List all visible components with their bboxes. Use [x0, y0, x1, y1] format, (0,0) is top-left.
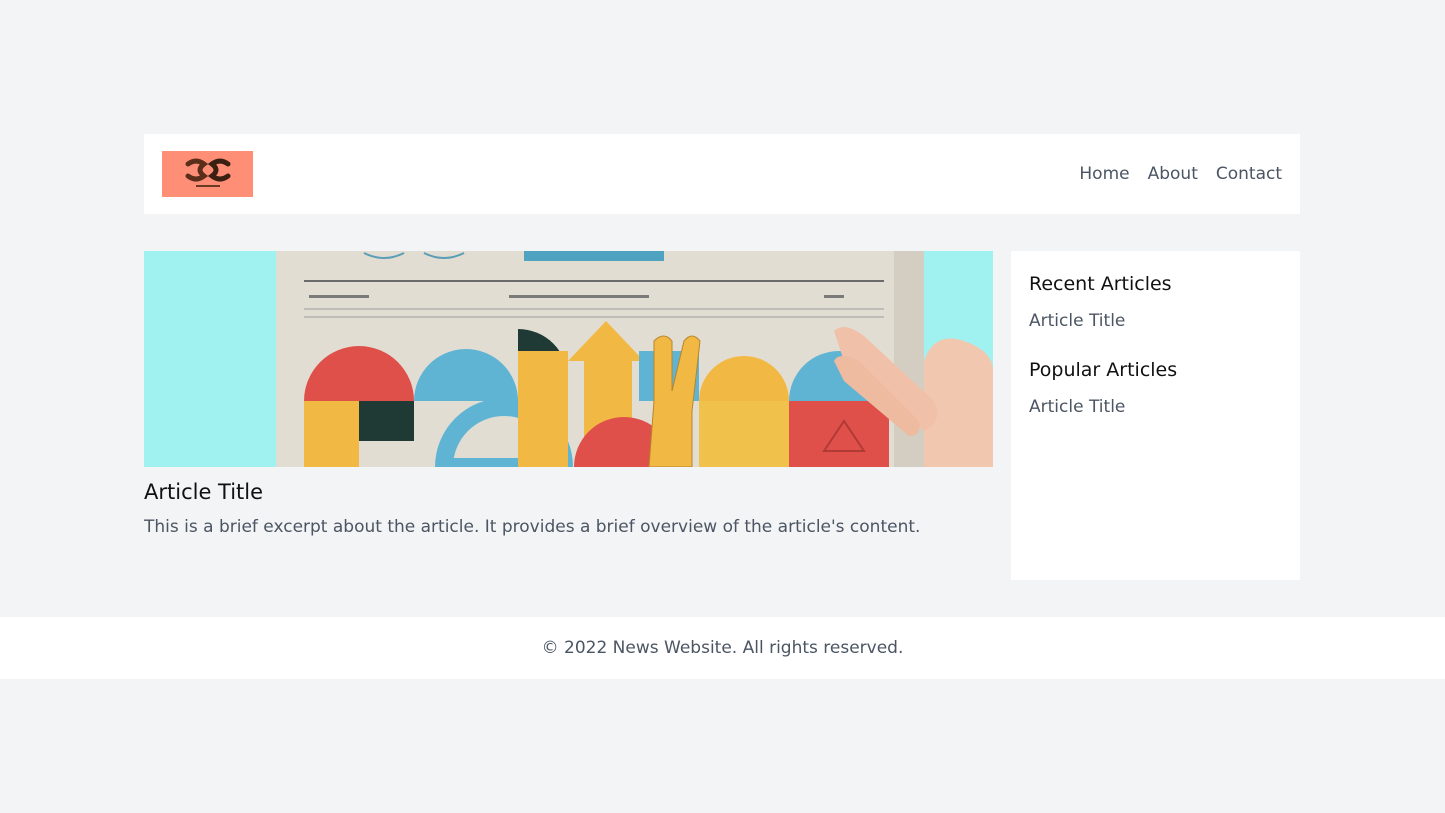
popular-article-link[interactable]: Article Title: [1029, 395, 1282, 419]
main-content: Article Title This is a brief excerpt ab…: [144, 251, 993, 539]
site-header: Home About Contact: [144, 134, 1300, 214]
page: Home About Contact Article Title This is…: [0, 0, 1445, 813]
main-nav: Home About Contact: [1079, 134, 1282, 214]
article-hero-image[interactable]: [144, 251, 993, 467]
popular-articles-section: Popular Articles Article Title: [1029, 357, 1282, 419]
site-footer: © 2022 News Website. All rights reserved…: [0, 617, 1445, 679]
recent-article-link[interactable]: Article Title: [1029, 309, 1282, 333]
nav-contact-link[interactable]: Contact: [1216, 164, 1282, 184]
copyright-text: © 2022 News Website. All rights reserved…: [541, 638, 904, 658]
nav-home-link[interactable]: Home: [1079, 164, 1129, 184]
article-title[interactable]: Article Title: [144, 478, 993, 506]
site-logo[interactable]: [162, 151, 253, 197]
nav-about-link[interactable]: About: [1148, 164, 1198, 184]
scroll-logo-icon: [185, 158, 230, 187]
popular-articles-heading: Popular Articles: [1029, 359, 1178, 381]
sidebar: Recent Articles Article Title Popular Ar…: [1011, 251, 1300, 580]
article-excerpt: This is a brief excerpt about the articl…: [144, 517, 921, 537]
recent-articles-section: Recent Articles Article Title: [1029, 271, 1282, 333]
recent-articles-heading: Recent Articles: [1029, 273, 1172, 295]
